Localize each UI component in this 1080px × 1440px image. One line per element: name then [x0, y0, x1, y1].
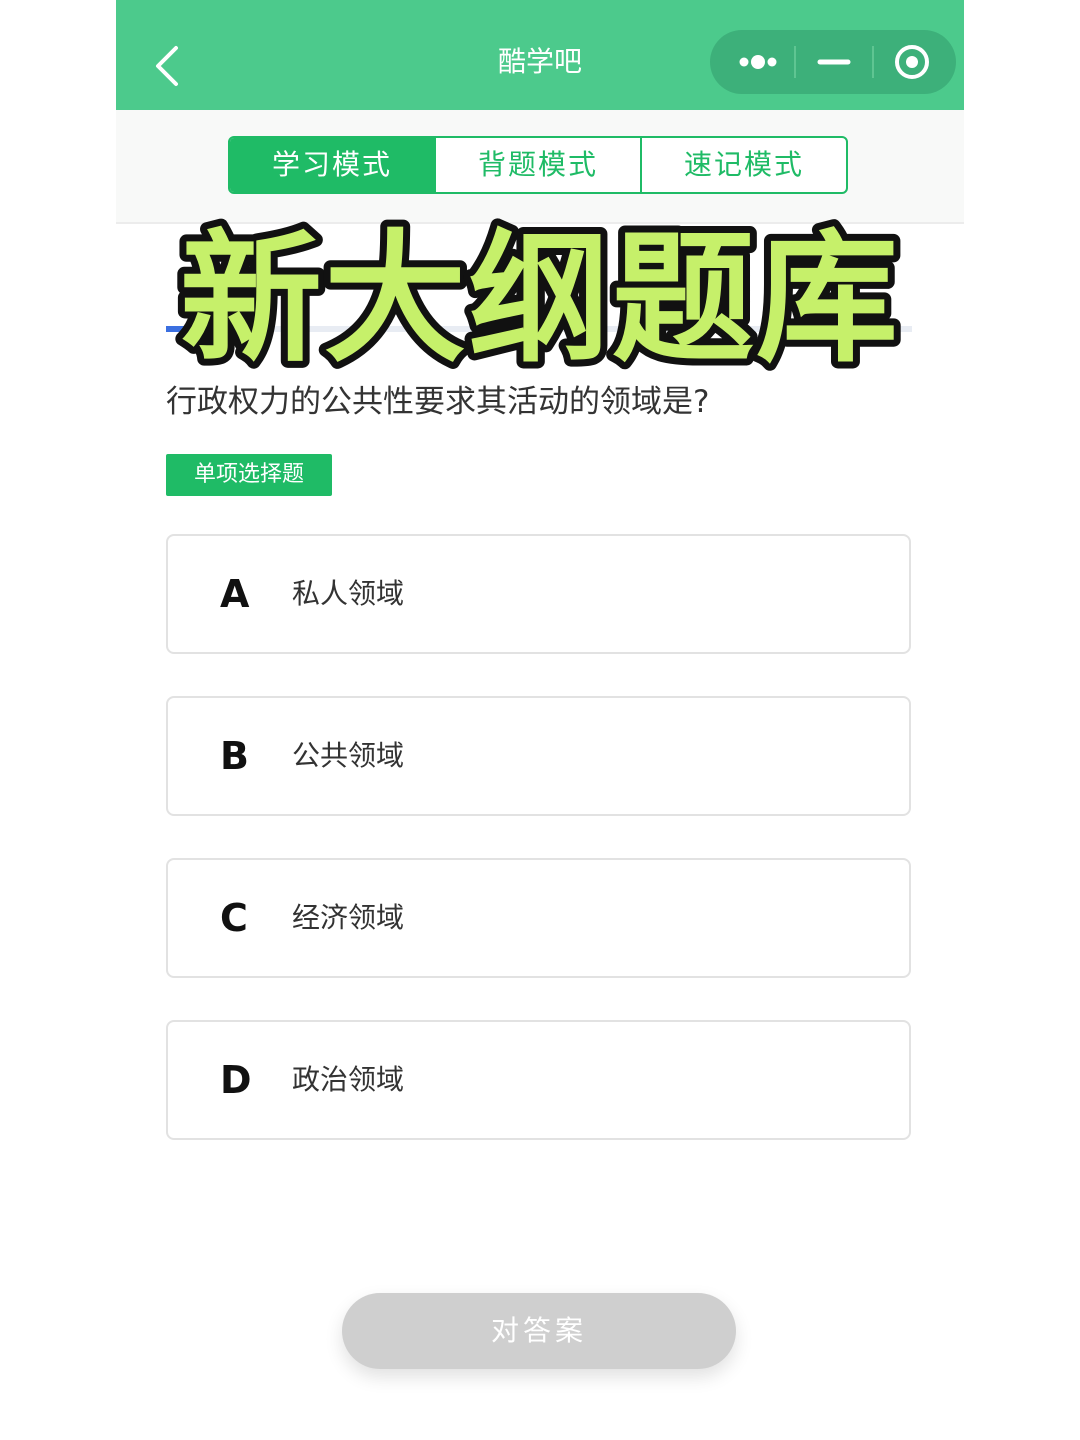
mode-tab-bar: 学习模式 背题模式 速记模式	[116, 110, 964, 224]
option-d[interactable]: D 政治领域	[166, 1020, 911, 1140]
option-text: 政治领域	[292, 1063, 405, 1096]
option-text: 经济领域	[292, 901, 405, 934]
question-type-badge: 单项选择题	[166, 454, 332, 496]
close-button[interactable]	[874, 30, 950, 94]
option-c[interactable]: C 经济领域	[166, 858, 911, 978]
more-button[interactable]	[718, 30, 794, 94]
minimize-icon	[817, 59, 851, 65]
progress-bar	[166, 326, 912, 332]
option-letter: C	[220, 896, 248, 940]
top-navigation-bar: 酷学吧	[116, 0, 964, 110]
option-letter: A	[220, 572, 250, 616]
target-circle-icon	[895, 45, 929, 79]
tab-quick-memory-mode[interactable]: 速记模式	[640, 138, 846, 192]
progress-fill	[166, 326, 184, 332]
mode-tabs: 学习模式 背题模式 速记模式	[228, 136, 848, 194]
more-dots-icon	[739, 55, 777, 69]
option-a[interactable]: A 私人领域	[166, 534, 911, 654]
option-b[interactable]: B 公共领域	[166, 696, 911, 816]
option-text: 私人领域	[292, 577, 405, 610]
option-letter: B	[220, 734, 249, 778]
option-text: 公共领域	[292, 739, 405, 772]
tab-recite-mode[interactable]: 背题模式	[434, 138, 640, 192]
phone-screen: 酷学吧 学习模式 背题模式 速记模式 行政权力的公共性要求其活动的领域是? 单项…	[116, 0, 964, 1440]
question-text: 行政权力的公共性要求其活动的领域是?	[166, 384, 710, 420]
option-letter: D	[220, 1058, 252, 1102]
miniprogram-capsule	[710, 30, 956, 94]
check-answer-button[interactable]: 对答案	[342, 1293, 736, 1369]
minimize-button[interactable]	[796, 30, 872, 94]
tab-study-mode[interactable]: 学习模式	[230, 138, 434, 192]
